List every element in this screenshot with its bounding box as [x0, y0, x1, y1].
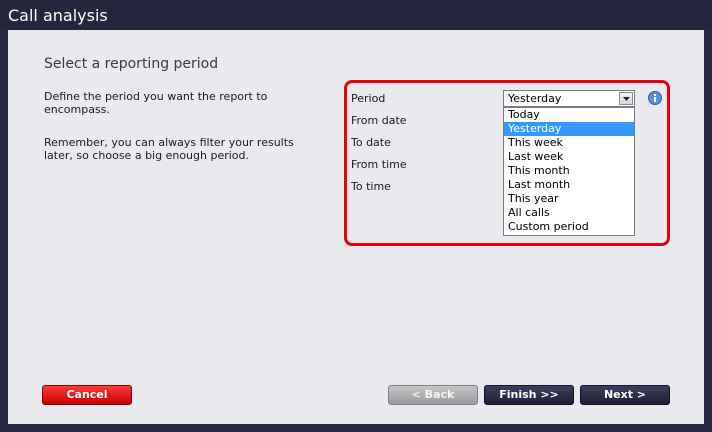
from-date-label: From date [351, 114, 407, 127]
page-heading: Select a reporting period [44, 56, 219, 72]
description-text: Define the period you want the report to… [44, 90, 268, 116]
option-this-year[interactable]: This year [504, 192, 634, 206]
period-label: Period [351, 92, 386, 105]
dropdown-toggle-button[interactable] [619, 92, 633, 105]
option-custom-period[interactable]: Custom period [504, 220, 634, 234]
from-time-label: From time [351, 158, 407, 171]
option-all-calls[interactable]: All calls [504, 206, 634, 220]
option-today[interactable]: Today [504, 108, 634, 122]
finish-button[interactable]: Finish >> [484, 385, 574, 405]
to-time-label: To time [351, 180, 391, 193]
reminder-text: Remember, you can always filter your res… [44, 136, 294, 162]
next-button[interactable]: Next > [580, 385, 670, 405]
option-last-week[interactable]: Last week [504, 150, 634, 164]
window-title: Call analysis [8, 6, 108, 25]
period-select-value: Yesterday [508, 92, 562, 105]
chevron-down-icon [623, 97, 630, 101]
to-date-label: To date [351, 136, 391, 149]
period-select[interactable]: Yesterday [503, 90, 635, 107]
title-bar: Call analysis [0, 0, 712, 30]
period-options-list: Today Yesterday This week Last week This… [503, 107, 635, 236]
option-last-month[interactable]: Last month [504, 178, 634, 192]
option-yesterday[interactable]: Yesterday [504, 122, 634, 136]
info-icon[interactable] [648, 91, 662, 105]
wizard-panel: Select a reporting period Define the per… [8, 30, 704, 424]
back-button[interactable]: < Back [388, 385, 478, 405]
option-this-week[interactable]: This week [504, 136, 634, 150]
option-this-month[interactable]: This month [504, 164, 634, 178]
cancel-button[interactable]: Cancel [42, 385, 132, 405]
